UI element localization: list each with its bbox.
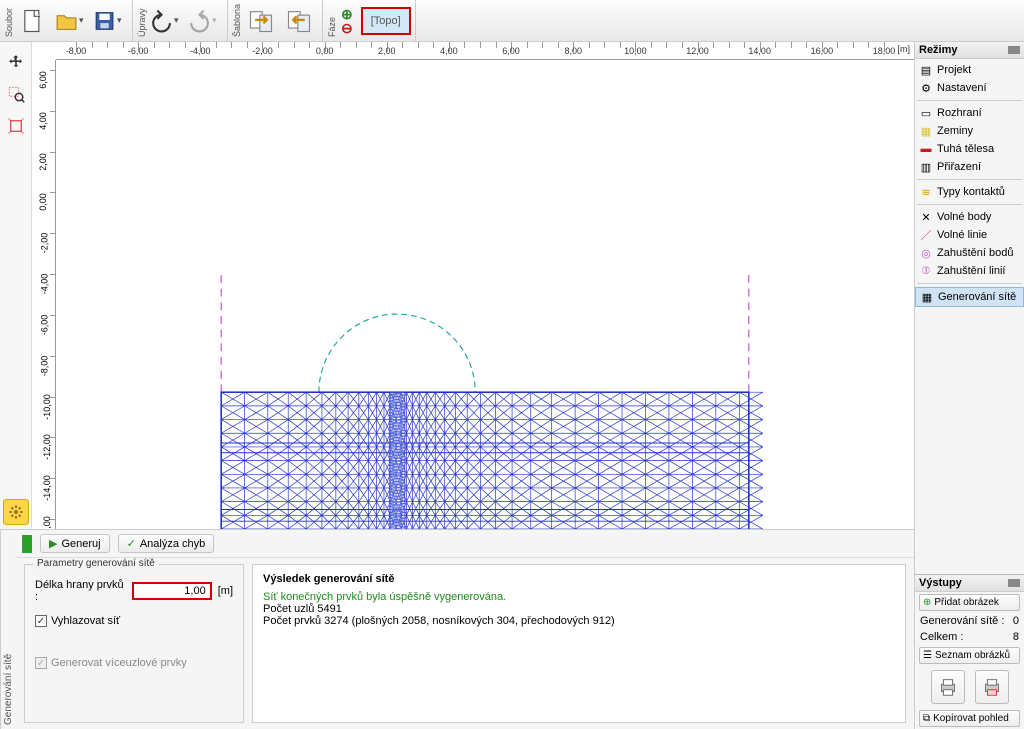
topo-tab[interactable]: [Topo] [361, 7, 411, 35]
remove-phase-button[interactable]: ⊖ [341, 21, 353, 35]
group-label-edit: Úpravy [137, 2, 147, 39]
right-panel: Režimy ▤Projekt ⚙Nastavení ▭Rozhraní ▦Ze… [914, 42, 1024, 729]
add-image-button[interactable]: ⊕Přidat obrázek [919, 594, 1020, 611]
print-button[interactable] [931, 670, 965, 704]
checkbox-icon: ✓ [35, 657, 47, 669]
undo-button[interactable]: ▾ [148, 3, 184, 39]
collapse-icon[interactable] [1008, 46, 1020, 54]
image-list-button[interactable]: ☰Seznam obrázků [919, 647, 1020, 664]
dense-point-icon: ◎ [919, 246, 933, 260]
smooth-mesh-checkbox[interactable]: ✓ Vyhlazovat síť [35, 615, 120, 627]
mode-prirazeni[interactable]: ▥Přiřazení [915, 158, 1024, 176]
result-success: Síť konečných prvků byla úspěšně vygener… [263, 591, 895, 603]
modes-header: Režimy [915, 42, 1024, 59]
layers-icon: ▭ [919, 106, 933, 120]
outputs-header-label: Výstupy [919, 577, 962, 589]
open-file-button[interactable]: ▾ [53, 3, 89, 39]
soil-icon: ▦ [919, 124, 933, 138]
template-out-button[interactable] [281, 3, 317, 39]
group-label-phase: Fáze [327, 2, 337, 39]
line-icon: ／ [919, 228, 933, 242]
output-count-mesh: Generování sítě :0 [915, 613, 1024, 629]
copy-view-button[interactable]: ⧉Kopírovat pohled [919, 710, 1020, 727]
left-tool-strip [0, 42, 32, 529]
settings-gear-button[interactable] [3, 499, 29, 525]
list-icon: ☰ [923, 650, 932, 661]
ruler-unit: [m] [898, 44, 911, 54]
bottom-panel-label: Generování sítě [0, 530, 16, 729]
mode-volne-body[interactable]: ✕Volné body [915, 208, 1024, 226]
chevron-down-icon: ▾ [174, 15, 183, 26]
contact-icon: ≋ [919, 185, 933, 199]
pan-tool[interactable] [3, 49, 29, 75]
mesh-params-title: Parametry generování sítě [33, 558, 159, 569]
status-flag-icon [22, 535, 32, 553]
copy-icon: ⧉ [923, 713, 930, 724]
bottom-panel: Generování sítě ▶Generuj ✓Analýza chyb P… [0, 529, 914, 729]
modes-header-label: Režimy [919, 44, 958, 56]
modes-list: ▤Projekt ⚙Nastavení ▭Rozhraní ▦Zeminy ▬T… [915, 59, 1024, 309]
group-label-file: Soubor [4, 2, 14, 39]
mode-tuha-telesa[interactable]: ▬Tuhá tělesa [915, 140, 1024, 158]
generate-button[interactable]: ▶Generuj [40, 534, 110, 553]
ruler-horizontal: [m] -8,00-6,00-4,00-2,000,002,004,006,00… [56, 42, 914, 60]
save-file-button[interactable]: ▾ [91, 3, 127, 39]
multinode-checkbox[interactable]: ✓ Generovat víceuzlové prvky [35, 657, 187, 669]
doc-icon: ▤ [919, 63, 933, 77]
mode-volne-linie[interactable]: ／Volné linie [915, 226, 1024, 244]
mode-kontakty[interactable]: ≋Typy kontaktů [915, 183, 1024, 201]
mesh-result-box: Výsledek generování sítě Síť konečných p… [252, 564, 906, 723]
zoom-area-tool[interactable] [3, 81, 29, 107]
rigid-icon: ▬ [919, 142, 933, 156]
outputs-header: Výstupy [915, 575, 1024, 592]
add-phase-button[interactable]: ⊕ [341, 7, 353, 21]
output-count-total: Celkem :8 [915, 629, 1024, 645]
assign-icon: ▥ [919, 160, 933, 174]
chevron-down-icon: ▾ [212, 15, 221, 26]
template-in-button[interactable] [243, 3, 279, 39]
bottom-tabs: ▶Generuj ✓Analýza chyb [16, 530, 914, 558]
dense-line-icon: ⦶ [919, 264, 933, 278]
chevron-down-icon: ▾ [79, 15, 88, 26]
play-icon: ▶ [49, 537, 57, 550]
mode-rozhrani[interactable]: ▭Rozhraní [915, 104, 1024, 122]
print-pdf-button[interactable] [975, 670, 1009, 704]
mode-nastaveni[interactable]: ⚙Nastavení [915, 79, 1024, 97]
chevron-down-icon: ▾ [117, 15, 126, 26]
redo-button[interactable]: ▾ [186, 3, 222, 39]
mesh-icon: ▦ [920, 290, 934, 304]
result-line: Počet uzlů 5491 [263, 603, 895, 615]
zoom-fit-tool[interactable] [3, 113, 29, 139]
new-file-button[interactable] [15, 3, 51, 39]
edge-length-input[interactable] [132, 582, 212, 600]
drawing-viewport[interactable] [56, 60, 914, 529]
edge-unit: [m] [218, 585, 233, 597]
mode-zeminy[interactable]: ▦Zeminy [915, 122, 1024, 140]
collapse-icon[interactable] [1008, 579, 1020, 587]
mode-zahusteni-linii[interactable]: ⦶Zahuštění linií [915, 262, 1024, 280]
check-icon: ✓ [127, 537, 136, 550]
gear-icon: ⚙ [919, 81, 933, 95]
mesh-params-group: Parametry generování sítě Délka hrany pr… [24, 564, 244, 723]
checkbox-icon: ✓ [35, 615, 47, 627]
result-line: Počet prvků 3274 (plošných 2058, nosníko… [263, 615, 895, 627]
point-icon: ✕ [919, 210, 933, 224]
result-title: Výsledek generování sítě [263, 573, 895, 585]
outputs-section: Výstupy ⊕Přidat obrázek Generování sítě … [915, 574, 1024, 729]
mode-projekt[interactable]: ▤Projekt [915, 61, 1024, 79]
canvas-area: [m] -8,00-6,00-4,00-2,000,002,004,006,00… [32, 42, 914, 529]
top-toolbar: Soubor ▾ ▾ Úpravy ▾ ▾ Šablona [0, 0, 1024, 42]
analyze-errors-button[interactable]: ✓Analýza chyb [118, 534, 215, 553]
plus-image-icon: ⊕ [923, 597, 931, 608]
group-label-template: Šablona [232, 2, 242, 39]
mode-zahusteni-bodu[interactable]: ◎Zahuštění bodů [915, 244, 1024, 262]
edge-length-label: Délka hrany prvků : [35, 579, 126, 603]
ruler-vertical: 6,004,002,000,00-2,00-4,00-6,00-8,00-10,… [32, 60, 56, 529]
mode-generovani-site[interactable]: ▦Generování sítě [915, 287, 1024, 307]
